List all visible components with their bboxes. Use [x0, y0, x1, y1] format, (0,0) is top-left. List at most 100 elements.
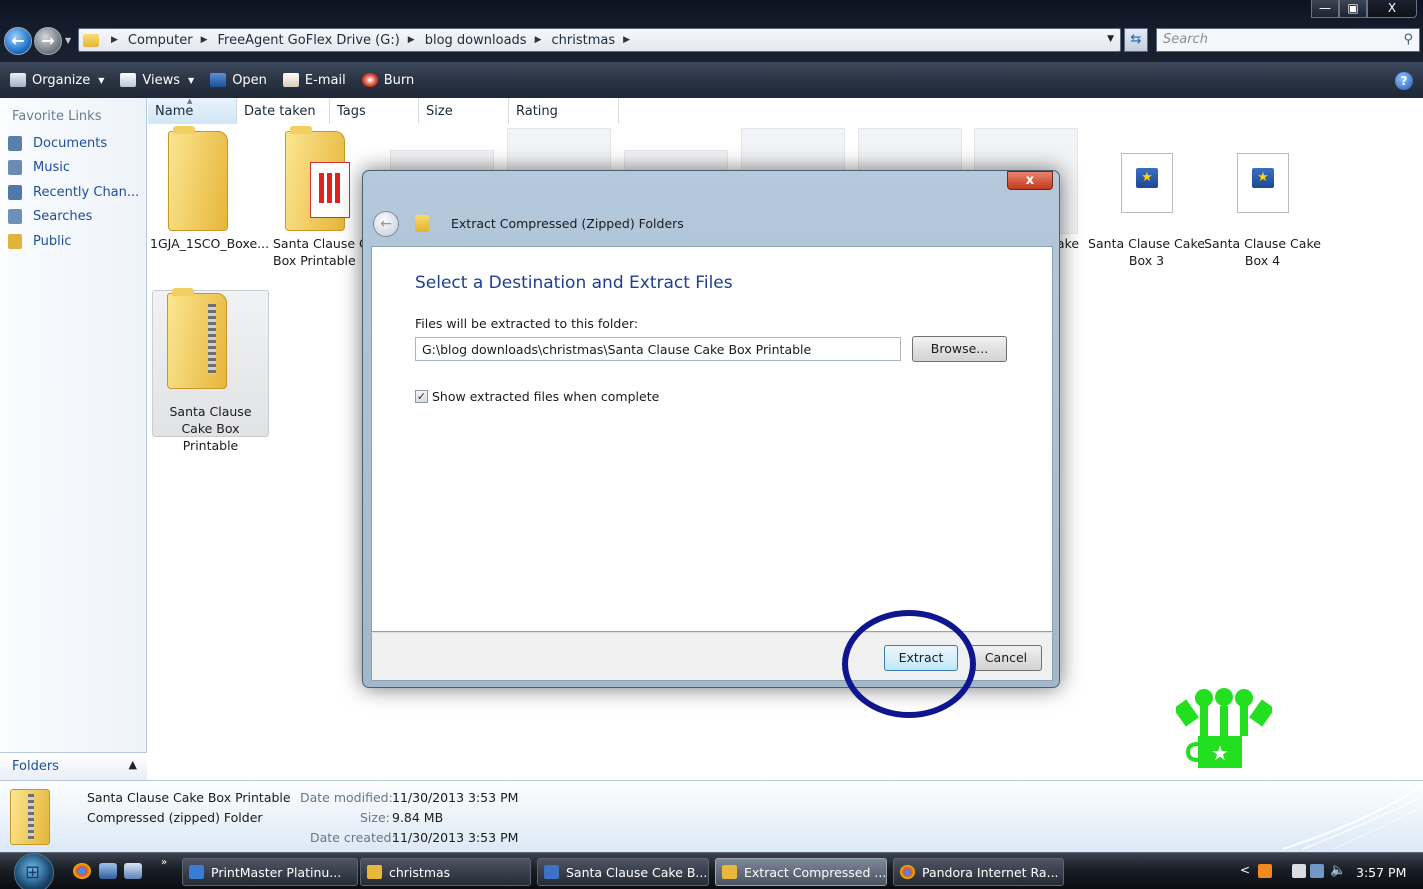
file-item[interactable]: ★ Santa Clause Cake Box 3 [1088, 125, 1205, 275]
column-name[interactable]: Name [148, 98, 237, 124]
sidebar-item-searches[interactable]: Searches [8, 209, 92, 224]
details-modified-value: 11/30/2013 3:53 PM [392, 790, 519, 805]
sidebar-item-documents[interactable]: Documents [8, 136, 107, 151]
column-date-taken[interactable]: Date taken [237, 98, 330, 124]
dialog-title: Extract Compressed (Zipped) Folders [451, 216, 684, 231]
zip-folder-icon [10, 789, 50, 845]
maximize-button[interactable]: ▣ [1339, 0, 1367, 18]
tray-expand-icon[interactable]: < [1240, 863, 1250, 877]
folders-toggle[interactable]: Folders ▲ [0, 752, 147, 780]
show-files-checkbox[interactable]: ✓ [415, 390, 428, 403]
sidebar-item-public[interactable]: Public [8, 234, 71, 249]
switch-windows-icon[interactable] [124, 863, 142, 879]
column-rating[interactable]: Rating [509, 98, 619, 124]
views-icon [120, 73, 137, 87]
image-icon [544, 865, 559, 879]
column-tags[interactable]: Tags [330, 98, 419, 124]
zip-folder-icon [415, 215, 429, 232]
address-dropdown-icon[interactable]: ▼ [1107, 34, 1114, 44]
arrow-right-icon: → [41, 31, 55, 50]
views-button[interactable]: Views ▼ [120, 73, 194, 88]
windows-logo-icon: ⊞ [25, 862, 41, 883]
dialog-back-button[interactable]: ← [373, 211, 399, 237]
favorite-links-title: Favorite Links [12, 109, 102, 124]
title-bar: — ▣ X ← → ▼ ▶ Computer ▶ FreeAgent GoFle… [0, 0, 1423, 62]
recent-pages-dropdown[interactable]: ▼ [65, 36, 71, 45]
refresh-icon: ⇆ [1130, 32, 1142, 47]
chevron-right-icon[interactable]: ▶ [408, 35, 415, 45]
chevron-right-icon[interactable]: ▶ [623, 35, 630, 45]
task-label: Pandora Internet Ra... [922, 864, 1059, 880]
file-name: 1GJA_1SCO_Boxe... [150, 236, 270, 251]
window-controls: — ▣ X [1311, 0, 1417, 18]
chrome-icon[interactable] [73, 863, 91, 879]
dialog-close-button[interactable]: x [1007, 171, 1053, 190]
open-icon [210, 73, 227, 87]
search-input[interactable]: Search ⚲ [1156, 28, 1420, 52]
back-button[interactable]: ← [4, 27, 32, 55]
sidebar-item-label: Public [33, 234, 72, 249]
column-size[interactable]: Size [419, 98, 509, 124]
taskbar-button-printmaster[interactable]: PrintMaster Platinu... [182, 858, 358, 886]
search-icon[interactable]: ⚲ [1403, 32, 1413, 47]
zip-folder-icon [722, 865, 737, 879]
organize-icon [10, 73, 26, 87]
sidebar-item-recently-changed[interactable]: Recently Chan... [8, 185, 139, 200]
dialog-content: Select a Destination and Extract Files F… [371, 246, 1053, 632]
chevron-right-icon[interactable]: ▶ [111, 35, 118, 45]
organize-button[interactable]: Organize ▼ [10, 73, 104, 88]
file-item[interactable]: 1GJA_1SCO_Boxe... [150, 125, 270, 275]
open-button[interactable]: Open [210, 73, 267, 88]
quick-launch-more-icon[interactable]: » [161, 857, 167, 868]
clock[interactable]: 3:57 PM [1356, 865, 1406, 880]
tray-device-icon[interactable] [1292, 864, 1306, 878]
start-button[interactable]: ⊞ [14, 853, 54, 889]
email-button[interactable]: E-mail [282, 73, 346, 88]
file-item[interactable]: ★ Santa Clause Cake Box 4 [1204, 125, 1321, 275]
show-desktop-icon[interactable] [99, 863, 117, 879]
taskbar-button-christmas[interactable]: christmas [360, 858, 531, 886]
folder-icon [168, 126, 228, 231]
sidebar-item-label: Documents [33, 136, 108, 151]
details-size-value: 9.84 MB [392, 810, 444, 825]
close-button[interactable]: X [1367, 0, 1417, 18]
taskbar-button-santa-image[interactable]: Santa Clause Cake B... [537, 858, 709, 886]
details-pane: Santa Clause Cake Box Printable Compress… [0, 780, 1423, 852]
folders-label: Folders [12, 759, 59, 774]
burn-button[interactable]: Burn [361, 73, 414, 88]
destination-label: Files will be extracted to this folder: [415, 316, 639, 331]
folder-icon [285, 126, 350, 231]
destination-field[interactable] [415, 337, 901, 361]
svg-text:★: ★ [1211, 741, 1229, 765]
breadcrumb-drive[interactable]: FreeAgent GoFlex Drive (G:) [217, 33, 399, 48]
breadcrumb-computer[interactable]: Computer [128, 33, 193, 48]
help-icon[interactable]: ? [1395, 72, 1413, 90]
tray-app-icon[interactable] [1258, 864, 1272, 878]
taskbar-button-pandora[interactable]: Pandora Internet Ra... [893, 858, 1064, 886]
chevron-down-icon: ▼ [188, 75, 195, 85]
zip-folder-icon [167, 288, 227, 389]
breadcrumb-blog-downloads[interactable]: blog downloads [425, 33, 527, 48]
browse-button[interactable]: Browse... [912, 336, 1007, 362]
details-modified-label: Date modified: [300, 790, 393, 805]
open-label: Open [232, 72, 267, 88]
minimize-button[interactable]: — [1311, 0, 1339, 18]
breadcrumb-christmas[interactable]: christmas [551, 33, 615, 48]
chevron-right-icon[interactable]: ▶ [535, 35, 542, 45]
file-item-selected[interactable]: Santa Clause Cake Box Printable [152, 288, 269, 453]
chevron-right-icon[interactable]: ▶ [201, 35, 208, 45]
forward-button[interactable]: → [34, 27, 62, 55]
network-icon[interactable] [1310, 864, 1324, 878]
refresh-button[interactable]: ⇆ [1124, 28, 1148, 52]
search-folder-icon [8, 209, 22, 224]
volume-icon[interactable]: 🔈 [1330, 864, 1346, 878]
sidebar-item-label: Music [33, 160, 70, 175]
taskbar-button-extract[interactable]: Extract Compressed ... [715, 858, 887, 886]
show-files-label[interactable]: Show extracted files when complete [432, 389, 659, 404]
sidebar-item-label: Recently Chan... [33, 185, 140, 200]
sidebar-item-music[interactable]: Music [8, 160, 70, 175]
address-bar[interactable]: ▶ Computer ▶ FreeAgent GoFlex Drive (G:)… [78, 28, 1121, 52]
cancel-button[interactable]: Cancel [970, 645, 1042, 671]
extract-dialog: x ← Extract Compressed (Zipped) Folders … [362, 170, 1060, 688]
file-name: Santa Clause Cake Box Printable [169, 404, 252, 453]
